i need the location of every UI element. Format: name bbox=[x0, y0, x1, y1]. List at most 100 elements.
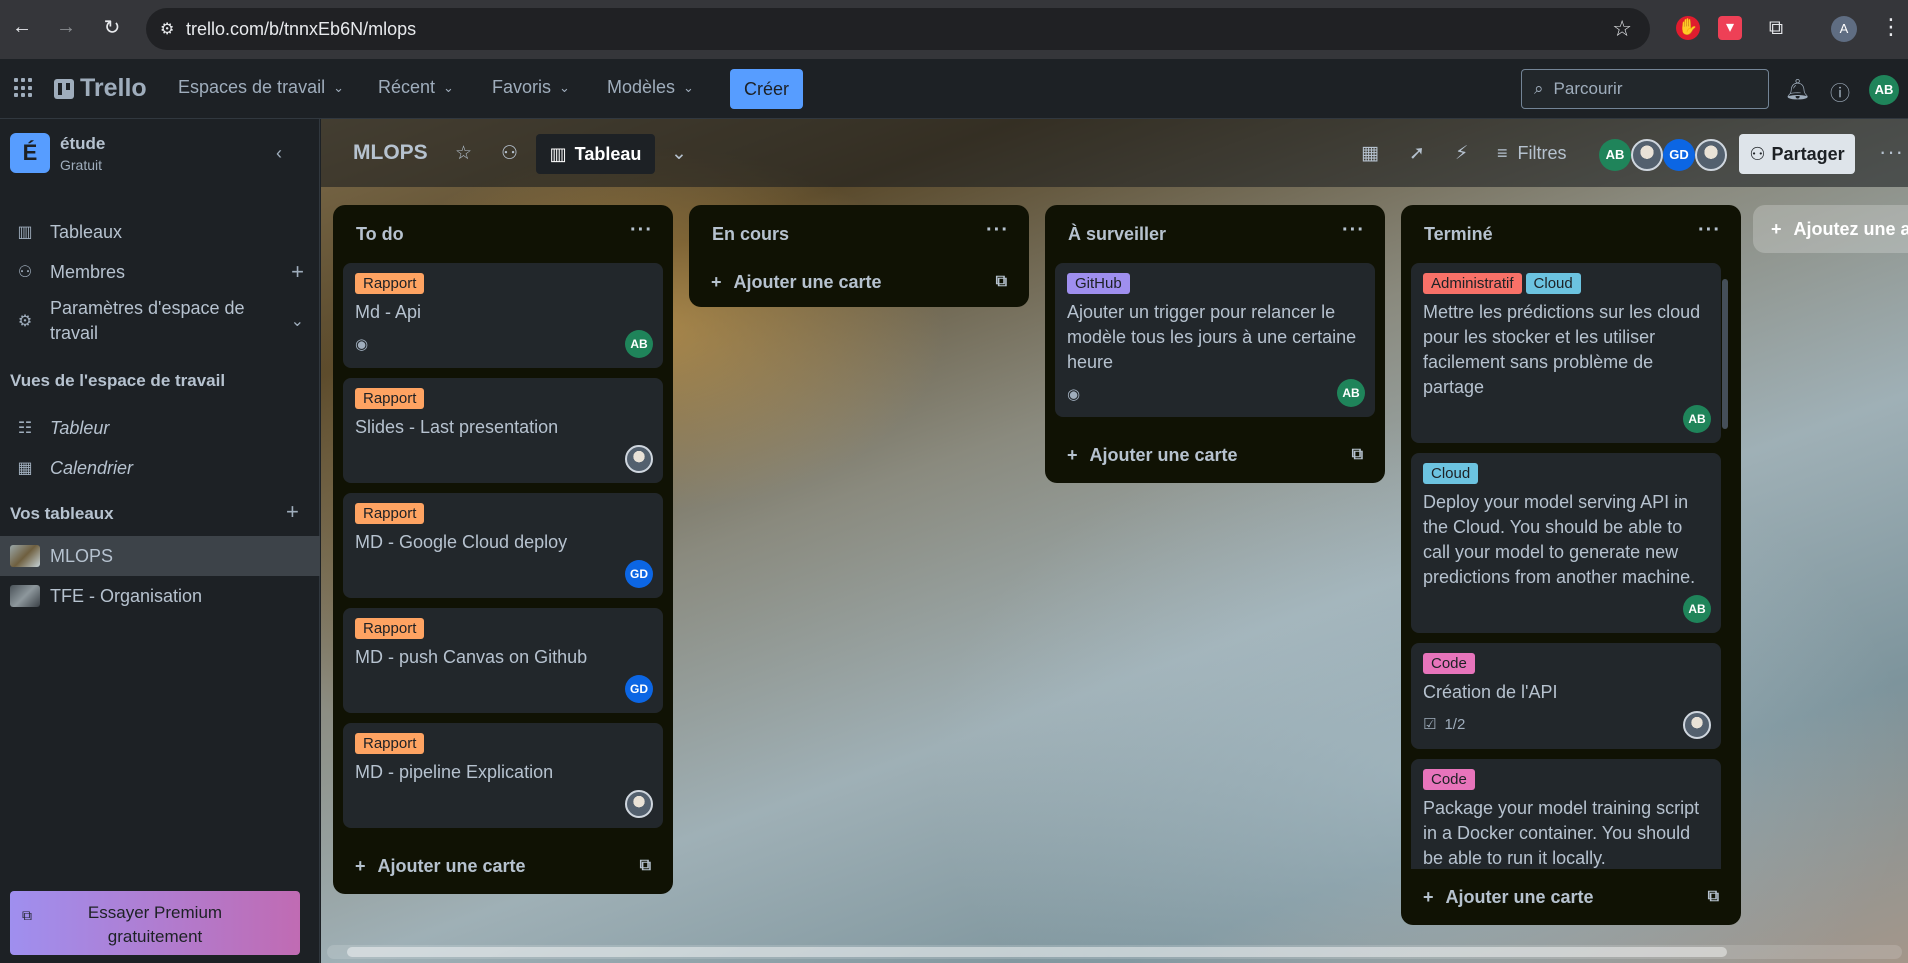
list-todo: To do ··· Rapport Md - Api ◉ AB Rapport … bbox=[333, 205, 673, 894]
filter-button[interactable]: ≡ Filtres bbox=[1497, 143, 1567, 164]
bookmark-star-icon[interactable]: ☆ bbox=[1612, 16, 1632, 42]
card-label: Code bbox=[1423, 769, 1475, 790]
table-icon: ☷ bbox=[17, 420, 33, 437]
plus-icon: + bbox=[1771, 218, 1782, 239]
board-horizontal-scrollbar[interactable] bbox=[327, 945, 1902, 959]
menu-templates[interactable]: Modèles ⌄ bbox=[607, 77, 694, 98]
card-member-avatar-photo[interactable] bbox=[1683, 711, 1711, 739]
user-avatar[interactable]: AB bbox=[1869, 75, 1899, 105]
help-icon[interactable]: ⓘ bbox=[1830, 77, 1850, 106]
card-member-avatar[interactable]: GD bbox=[625, 560, 653, 588]
sidebar-item-settings[interactable]: ⚙ Paramètres d'espace de travail ⌄ bbox=[0, 295, 320, 347]
card[interactable]: GitHub Ajouter un trigger pour relancer … bbox=[1055, 263, 1375, 417]
card-member-avatar-photo[interactable] bbox=[625, 790, 653, 818]
browser-menu-icon[interactable]: ⋮ bbox=[1880, 14, 1902, 40]
sidebar-item-members[interactable]: ⚇ Membres + bbox=[0, 255, 320, 289]
add-card-button[interactable]: + Ajouter une carte ⧉ bbox=[333, 838, 673, 894]
member-avatar[interactable]: AB bbox=[1599, 139, 1631, 171]
add-card-button[interactable]: + Ajouter une carte ⧉ bbox=[1401, 869, 1741, 925]
plus-icon: + bbox=[355, 855, 366, 876]
forward-icon[interactable]: → bbox=[48, 16, 84, 39]
list-header[interactable]: En cours ··· bbox=[689, 205, 1029, 263]
card-member-avatar[interactable]: AB bbox=[1337, 379, 1365, 407]
extensions-puzzle-icon[interactable]: ⧉ bbox=[1764, 16, 1788, 40]
card-member-avatar[interactable]: AB bbox=[1683, 405, 1711, 433]
sidebar-board-mlops[interactable]: MLOPS bbox=[0, 536, 320, 576]
list-header[interactable]: To do ··· bbox=[333, 205, 673, 263]
list-menu-icon[interactable]: ··· bbox=[986, 219, 1009, 242]
more-options-icon[interactable]: ··· bbox=[1879, 139, 1904, 165]
menu-workspaces[interactable]: Espaces de travail ⌄ bbox=[178, 77, 344, 98]
card-template-icon[interactable]: ⧉ bbox=[1352, 446, 1363, 464]
card-title: Md - Api bbox=[355, 302, 422, 322]
app-switcher-icon[interactable] bbox=[14, 78, 34, 98]
card[interactable]: Rapport Slides - Last presentation bbox=[343, 378, 663, 483]
chevron-down-icon[interactable]: ⌄ bbox=[291, 311, 304, 331]
trello-logo[interactable]: Trello bbox=[54, 74, 147, 103]
list-header[interactable]: Terminé ··· bbox=[1401, 205, 1741, 263]
back-icon[interactable]: ← bbox=[4, 16, 40, 39]
member-avatar-photo[interactable] bbox=[1695, 139, 1727, 171]
card[interactable]: Code Création de l'API ☑ 1/2 bbox=[1411, 643, 1721, 749]
chevron-down-icon[interactable]: ⌄ bbox=[671, 142, 687, 165]
sidebar-item-boards[interactable]: ▥ Tableaux bbox=[0, 215, 320, 249]
sidebar-item-table-view[interactable]: ☷ Tableur bbox=[0, 411, 320, 445]
list-menu-icon[interactable]: ··· bbox=[1698, 219, 1721, 242]
automation-bolt-icon[interactable]: ⚡︎ bbox=[1455, 142, 1468, 165]
rocket-icon[interactable]: ➚ bbox=[1409, 142, 1425, 165]
star-icon[interactable]: ☆ bbox=[455, 142, 472, 165]
card[interactable]: Rapport MD - pipeline Explication bbox=[343, 723, 663, 828]
add-board-icon[interactable]: + bbox=[286, 499, 299, 525]
address-bar[interactable]: ⚙ trello.com/b/tnnxEb6N/mlops ☆ bbox=[146, 8, 1650, 50]
list-header[interactable]: À surveiller ··· bbox=[1045, 205, 1385, 263]
board-title[interactable]: MLOPS bbox=[353, 141, 428, 165]
watch-eye-icon: ◉ bbox=[1067, 386, 1081, 403]
menu-starred[interactable]: Favoris ⌄ bbox=[492, 77, 570, 98]
card[interactable]: Administratif Cloud Mettre les prédiction… bbox=[1411, 263, 1721, 443]
add-card-button[interactable]: + Ajouter une carte ⧉ bbox=[1045, 427, 1385, 483]
sidebar-item-calendar-view[interactable]: ▦ Calendrier bbox=[0, 451, 320, 485]
card-member-avatar-photo[interactable] bbox=[625, 445, 653, 473]
card[interactable]: Rapport MD - Google Cloud deploy GD bbox=[343, 493, 663, 598]
workspace-header[interactable]: É étude Gratuit bbox=[10, 133, 105, 173]
list-scrollbar[interactable] bbox=[1722, 279, 1728, 429]
add-member-icon[interactable]: + bbox=[291, 259, 304, 285]
card-label: Administratif bbox=[1423, 273, 1522, 294]
card-member-avatar[interactable]: AB bbox=[1683, 595, 1711, 623]
workspace-views-title: Vues de l'espace de travail bbox=[10, 371, 226, 390]
card[interactable]: Code Package your model training script … bbox=[1411, 759, 1721, 869]
card[interactable]: Rapport MD - push Canvas on Github GD bbox=[343, 608, 663, 713]
extension-adblock-icon[interactable]: ✋ bbox=[1676, 16, 1700, 40]
list-cards-scroll[interactable]: Administratif Cloud Mettre les prédiction… bbox=[1401, 263, 1741, 869]
menu-recent[interactable]: Récent ⌄ bbox=[378, 77, 454, 98]
card-template-icon[interactable]: ⧉ bbox=[1708, 888, 1719, 906]
member-avatar-photo[interactable] bbox=[1631, 139, 1663, 171]
add-card-button[interactable]: + Ajouter une carte ⧉ bbox=[689, 257, 1029, 307]
browser-profile-avatar[interactable]: A bbox=[1831, 16, 1857, 42]
create-button[interactable]: Créer bbox=[730, 69, 803, 109]
card[interactable]: Cloud Deploy your model serving API in t… bbox=[1411, 453, 1721, 633]
card-template-icon[interactable]: ⧉ bbox=[640, 857, 651, 875]
scrollbar-thumb[interactable] bbox=[347, 947, 1727, 957]
chevron-down-icon: ⌄ bbox=[333, 79, 344, 95]
site-info-icon[interactable]: ⚙ bbox=[160, 19, 186, 39]
list-menu-icon[interactable]: ··· bbox=[1342, 219, 1365, 242]
search-input[interactable]: ⌕ Parcourir bbox=[1521, 69, 1769, 109]
board-view-button[interactable]: ▥ Tableau bbox=[536, 134, 655, 174]
calendar-power-up-icon[interactable]: ▦ bbox=[1361, 142, 1379, 165]
list-menu-icon[interactable]: ··· bbox=[630, 219, 653, 242]
member-avatar[interactable]: GD bbox=[1663, 139, 1695, 171]
share-button[interactable]: ⚇ Partager bbox=[1739, 134, 1855, 174]
sidebar-board-tfe[interactable]: TFE - Organisation bbox=[0, 576, 320, 616]
card-template-icon[interactable]: ⧉ bbox=[996, 273, 1007, 291]
reload-icon[interactable]: ↻ bbox=[94, 15, 130, 40]
card[interactable]: Rapport Md - Api ◉ AB bbox=[343, 263, 663, 368]
visibility-icon[interactable]: ⚇ bbox=[501, 142, 518, 165]
card-member-avatar[interactable]: GD bbox=[625, 675, 653, 703]
extension-pocket-icon[interactable]: ▾ bbox=[1718, 16, 1742, 40]
add-list-button[interactable]: + Ajoutez une autre liste bbox=[1753, 205, 1908, 253]
try-premium-button[interactable]: ⧉ Essayer Premium gratuitement bbox=[10, 891, 300, 955]
card-member-avatar[interactable]: AB bbox=[625, 330, 653, 358]
collapse-sidebar-icon[interactable]: ‹ bbox=[276, 143, 282, 164]
notifications-icon[interactable]: 🔔︎ bbox=[1785, 77, 1810, 102]
